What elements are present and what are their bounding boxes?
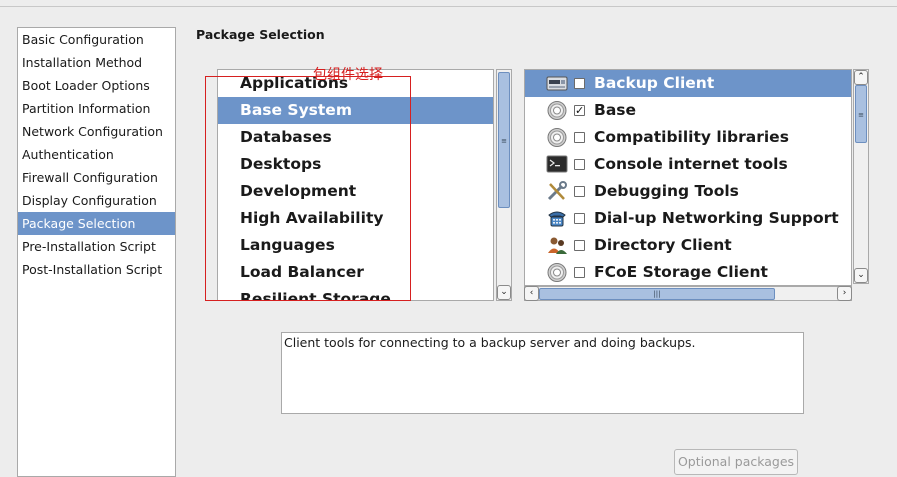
package-list[interactable]: Backup Client ✓ Base Compatibility librarie… bbox=[524, 69, 852, 286]
package-item[interactable]: Console internet tools bbox=[525, 151, 851, 178]
annotation-highlight-box bbox=[205, 76, 411, 301]
package-label: FCoE Storage Client bbox=[594, 263, 768, 281]
nav-item[interactable]: Post-Installation Script bbox=[18, 258, 175, 281]
package-checkbox[interactable] bbox=[574, 186, 585, 197]
annotation-label: 包组件选择 bbox=[313, 67, 383, 83]
nav-list: Basic Configuration Installation Method Bo… bbox=[18, 28, 175, 281]
nav-item[interactable]: Package Selection bbox=[18, 212, 175, 235]
group-list-vscrollbar[interactable]: ≡ ⌄ bbox=[496, 69, 512, 301]
nav-item[interactable]: Installation Method bbox=[18, 51, 175, 74]
nav-item[interactable]: Basic Configuration bbox=[18, 28, 175, 51]
nav-item[interactable]: Firewall Configuration bbox=[18, 166, 175, 189]
package-scroll-up-button[interactable]: ⌃ bbox=[854, 70, 868, 85]
package-label: Base bbox=[594, 101, 637, 119]
package-label: Directory Client bbox=[594, 236, 732, 254]
gear-icon bbox=[546, 262, 568, 283]
gear-icon bbox=[546, 127, 568, 148]
package-checkbox[interactable]: ✓ bbox=[574, 105, 585, 116]
package-item[interactable]: FCoE Storage Client bbox=[525, 259, 851, 285]
package-checkbox[interactable] bbox=[574, 213, 585, 224]
phone-icon bbox=[546, 208, 568, 229]
nav-item[interactable]: Pre-Installation Script bbox=[18, 235, 175, 258]
nav-item[interactable]: Authentication bbox=[18, 143, 175, 166]
package-checkbox[interactable] bbox=[574, 267, 585, 278]
package-item[interactable]: ✓ Base bbox=[525, 97, 851, 124]
package-list-vscrollbar[interactable]: ⌃ ≡ ⌄ bbox=[853, 69, 869, 284]
package-item[interactable]: Dial-up Networking Support bbox=[525, 205, 851, 232]
package-scroll-right-button[interactable]: › bbox=[837, 286, 852, 301]
group-scroll-thumb[interactable]: ≡ bbox=[498, 72, 510, 208]
terminal-icon bbox=[546, 154, 568, 175]
package-item[interactable]: Debugging Tools bbox=[525, 178, 851, 205]
package-hscroll-thumb[interactable]: ||| bbox=[539, 288, 775, 300]
package-label: Backup Client bbox=[594, 74, 715, 92]
group-scroll-down-button[interactable]: ⌄ bbox=[497, 285, 511, 300]
package-scroll-thumb[interactable]: ≡ bbox=[855, 85, 867, 143]
package-checkbox[interactable] bbox=[574, 132, 585, 143]
window-top-edge bbox=[0, 0, 897, 7]
package-scroll-down-button[interactable]: ⌄ bbox=[854, 268, 868, 283]
gear-icon bbox=[546, 100, 568, 121]
package-checkbox[interactable] bbox=[574, 159, 585, 170]
package-label: Dial-up Networking Support bbox=[594, 209, 839, 227]
package-label: Debugging Tools bbox=[594, 182, 739, 200]
nav-item[interactable]: Network Configuration bbox=[18, 120, 175, 143]
package-description: Client tools for connecting to a backup … bbox=[281, 332, 804, 414]
optional-packages-button[interactable]: Optional packages bbox=[674, 449, 798, 475]
package-item[interactable]: Compatibility libraries bbox=[525, 124, 851, 151]
package-list-hscrollbar[interactable]: ‹ ||| › bbox=[524, 286, 852, 301]
nav-item[interactable]: Partition Information bbox=[18, 97, 175, 120]
section-navigation: Basic Configuration Installation Method Bo… bbox=[17, 27, 176, 477]
nav-item[interactable]: Boot Loader Options bbox=[18, 74, 175, 97]
backup-drive-icon bbox=[546, 73, 568, 94]
package-label: Compatibility libraries bbox=[594, 128, 789, 146]
tools-icon bbox=[546, 181, 568, 202]
package-item[interactable]: Backup Client bbox=[525, 70, 851, 97]
nav-item[interactable]: Display Configuration bbox=[18, 189, 175, 212]
package-checkbox[interactable] bbox=[574, 240, 585, 251]
package-checkbox[interactable] bbox=[574, 78, 585, 89]
package-label: Console internet tools bbox=[594, 155, 788, 173]
page-title: Package Selection bbox=[196, 27, 325, 42]
users-icon bbox=[546, 235, 568, 256]
package-scroll-left-button[interactable]: ‹ bbox=[524, 286, 539, 301]
package-item[interactable]: Directory Client bbox=[525, 232, 851, 259]
